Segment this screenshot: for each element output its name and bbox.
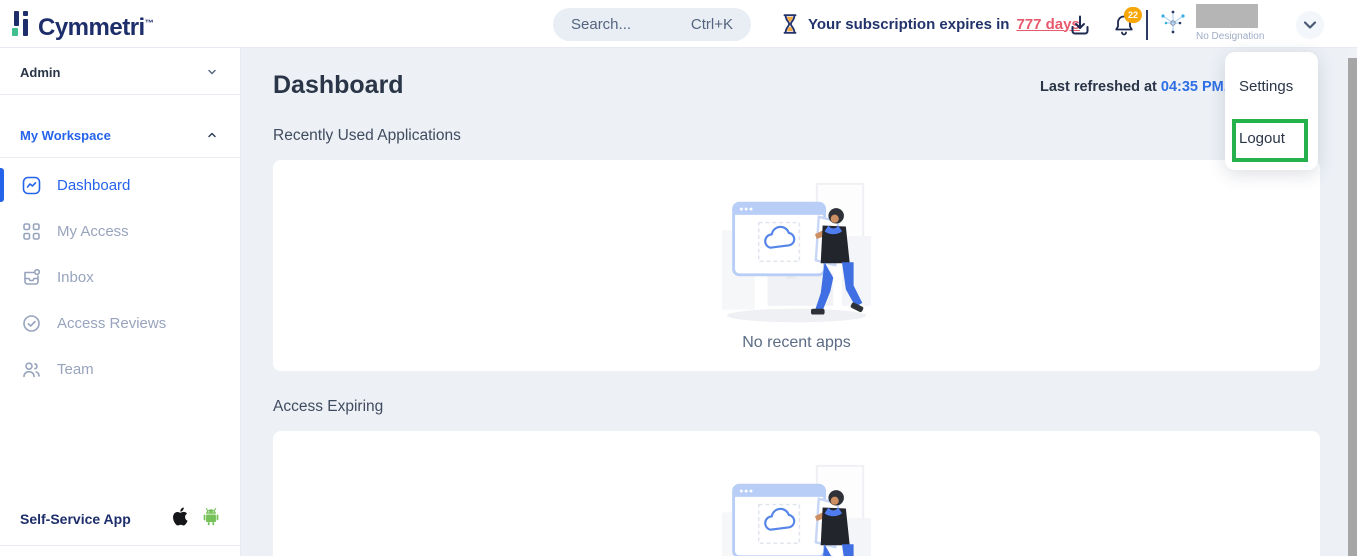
user-profile[interactable]: No Designation	[1196, 4, 1264, 42]
self-service-app-link[interactable]: Self-Service App	[20, 511, 131, 527]
search-placeholder: Search...	[571, 16, 631, 33]
last-refreshed-label: Last refreshed at	[1040, 79, 1157, 95]
sidebar-item-label: Inbox	[57, 269, 94, 286]
search-shortcut-hint: Ctrl+K	[691, 16, 733, 33]
sidebar-footer: Self-Service App	[0, 507, 240, 546]
activity-icon	[22, 176, 41, 195]
sidebar-item-my-access[interactable]: My Access	[0, 212, 240, 250]
sidebar-item-access-reviews[interactable]: Access Reviews	[0, 304, 240, 342]
access-expiring-heading: Access Expiring	[273, 398, 1320, 416]
scrollbar-thumb[interactable]	[1348, 58, 1357, 556]
page-scrollbar[interactable]	[1348, 48, 1357, 556]
sidebar-divider	[0, 94, 240, 95]
apple-store-link[interactable]	[172, 507, 188, 531]
logo-mark-icon	[12, 8, 34, 38]
subscription-warning: Your subscription expires in 777 days	[779, 13, 1080, 35]
sidebar-section-workspace-label: My Workspace	[20, 128, 111, 143]
sidebar-section-admin[interactable]: Admin	[0, 60, 240, 84]
logo-text: Cymmetri™	[38, 8, 153, 43]
android-store-link[interactable]	[202, 507, 220, 531]
access-expiring-card	[273, 431, 1320, 556]
sidebar-item-label: Dashboard	[57, 177, 130, 194]
download-icon	[1068, 13, 1092, 37]
menu-item-settings[interactable]: Settings	[1239, 78, 1293, 95]
menu-item-logout[interactable]: Logout	[1239, 130, 1285, 147]
user-designation: No Designation	[1196, 31, 1264, 42]
avatar-network-icon	[1158, 8, 1188, 38]
sidebar-item-team[interactable]: Team	[0, 350, 240, 388]
search-input[interactable]: Search... Ctrl+K	[553, 8, 751, 41]
download-button[interactable]	[1068, 13, 1092, 37]
badge-check-icon	[22, 314, 41, 333]
empty-state-illustration	[714, 462, 879, 556]
hourglass-icon	[779, 13, 801, 35]
top-header: Cymmetri™ Search... Ctrl+K Your subscrip…	[0, 0, 1357, 48]
recent-apps-heading: Recently Used Applications	[273, 127, 1320, 145]
chevron-up-icon	[206, 129, 218, 141]
trademark-symbol: ™	[145, 18, 154, 28]
last-refreshed-status: Last refreshed at 04:35 PM,	[1040, 79, 1228, 95]
empty-state-illustration	[714, 180, 879, 330]
sidebar-item-dashboard[interactable]: Dashboard	[0, 166, 240, 204]
team-icon	[22, 360, 41, 379]
sidebar-section-admin-label: Admin	[20, 65, 60, 80]
empty-state-caption: No recent apps	[742, 334, 851, 352]
inbox-icon	[22, 268, 41, 287]
header-divider	[1146, 10, 1148, 40]
subscription-text: Your subscription expires in	[808, 16, 1009, 33]
chevron-down-icon	[1300, 15, 1320, 35]
sidebar-divider	[0, 157, 240, 158]
recent-apps-card: No recent apps	[273, 160, 1320, 371]
chevron-down-icon	[206, 66, 218, 78]
notification-count-badge: 22	[1124, 7, 1142, 23]
user-name-redacted	[1196, 4, 1258, 28]
sidebar-item-inbox[interactable]: Inbox	[0, 258, 240, 296]
sidebar-item-label: Access Reviews	[57, 315, 166, 332]
grid-icon	[22, 222, 41, 241]
sidebar-section-workspace[interactable]: My Workspace	[0, 123, 240, 147]
last-refreshed-time: 04:35 PM,	[1161, 79, 1228, 95]
main-content: Dashboard Last refreshed at 04:35 PM, Re…	[241, 48, 1357, 556]
apple-icon	[172, 507, 188, 526]
sidebar-item-label: My Access	[57, 223, 129, 240]
user-menu-toggle[interactable]	[1296, 11, 1324, 39]
notifications-button[interactable]: 22	[1112, 13, 1136, 37]
android-icon	[202, 507, 220, 526]
app-logo[interactable]: Cymmetri™	[12, 8, 153, 43]
sidebar: Admin My Workspace Dashboard My Access	[0, 48, 241, 556]
sidebar-item-label: Team	[57, 361, 94, 378]
user-dropdown-menu: Settings Logout	[1225, 52, 1318, 170]
